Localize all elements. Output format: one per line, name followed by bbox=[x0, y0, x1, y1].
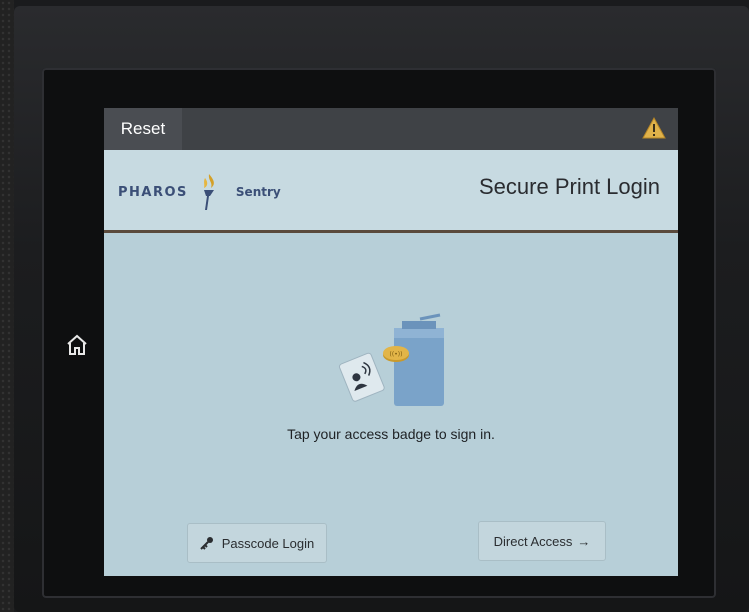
arrow-right-icon: → bbox=[577, 533, 591, 549]
warning-icon[interactable] bbox=[642, 116, 666, 140]
top-bar: Reset bbox=[104, 108, 678, 150]
brand-header: PHAROS Sentry Secure Print Login bbox=[104, 150, 678, 233]
svg-text:((•)): ((•)) bbox=[390, 351, 403, 358]
device-speaker-grille bbox=[0, 0, 14, 612]
instruction-text: Tap your access badge to sign in. bbox=[287, 426, 495, 442]
torch-icon bbox=[203, 174, 214, 210]
home-button[interactable] bbox=[62, 330, 92, 360]
reset-button[interactable]: Reset bbox=[104, 108, 182, 150]
passcode-login-button[interactable]: Passcode Login bbox=[187, 523, 327, 563]
key-icon bbox=[200, 536, 214, 550]
touch-screen: Reset PHAROS Sentry Secure Print Login (… bbox=[104, 108, 678, 576]
pharos-logo: PHAROS Sentry bbox=[118, 172, 281, 212]
main-content: ((•)) Tap your access badge to sign in. … bbox=[104, 233, 678, 576]
logo-wordmark: PHAROS bbox=[118, 184, 188, 200]
badge-tap-illustration: ((•)) bbox=[338, 313, 444, 406]
page-title: Secure Print Login bbox=[479, 174, 660, 199]
direct-access-label: Direct Access bbox=[493, 533, 573, 549]
logo-product-name: Sentry bbox=[235, 185, 281, 199]
passcode-login-label: Passcode Login bbox=[221, 535, 315, 551]
home-icon bbox=[67, 334, 87, 355]
direct-access-button[interactable]: Direct Access → bbox=[478, 521, 606, 561]
